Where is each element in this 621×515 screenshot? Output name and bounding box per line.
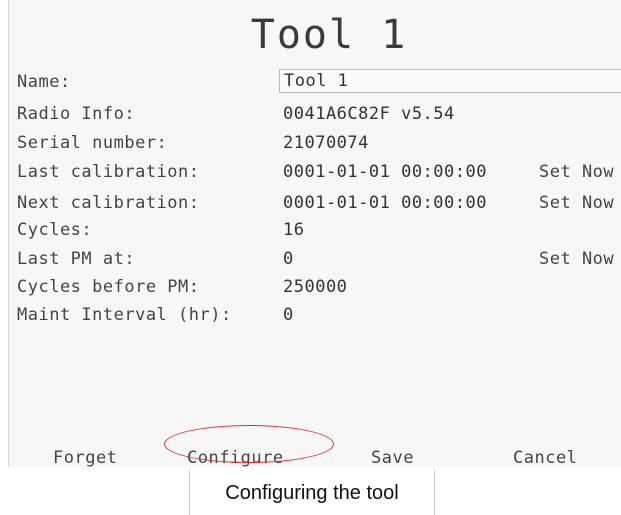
cycles-value: 16 [283,220,305,240]
save-button[interactable]: Save [371,448,414,467]
field-label-maint-interval: Maint Interval (hr): [17,305,232,325]
last-calibration-set-now-button[interactable]: Set Now [539,162,614,182]
field-label-name: Name: [17,72,71,92]
field-label-cycles: Cycles: [17,220,93,240]
field-label-radio-info: Radio Info: [17,104,136,124]
cycles-before-pm-value: 250000 [283,277,348,297]
field-label-last-pm: Last PM at: [17,249,136,269]
page-title: Tool 1 [250,12,408,58]
last-calibration-value: 0001-01-01 00:00:00 [283,162,487,182]
configure-button[interactable]: Configure [187,448,284,467]
last-pm-value: 0 [283,249,294,269]
maint-interval-value: 0 [283,305,294,325]
next-calibration-set-now-button[interactable]: Set Now [539,193,614,213]
tool-config-screen: Tool 1 Name: Radio Info: 0041A6C82F v5.5… [8,0,621,467]
radio-info-value: 0041A6C82F v5.54 [283,104,455,124]
caption-box: Configuring the tool [189,470,435,515]
field-label-last-calibration: Last calibration: [17,162,200,182]
forget-button[interactable]: Forget [53,448,117,467]
cancel-button[interactable]: Cancel [513,448,577,467]
field-label-serial-number: Serial number: [17,133,168,153]
last-pm-set-now-button[interactable]: Set Now [539,249,614,269]
figure-caption: Configuring the tool [225,482,399,504]
field-label-next-calibration: Next calibration: [17,193,200,213]
field-label-cycles-before-pm: Cycles before PM: [17,277,200,297]
next-calibration-value: 0001-01-01 00:00:00 [283,193,487,213]
tool-name-input[interactable] [279,69,621,93]
serial-number-value: 21070074 [283,133,369,153]
